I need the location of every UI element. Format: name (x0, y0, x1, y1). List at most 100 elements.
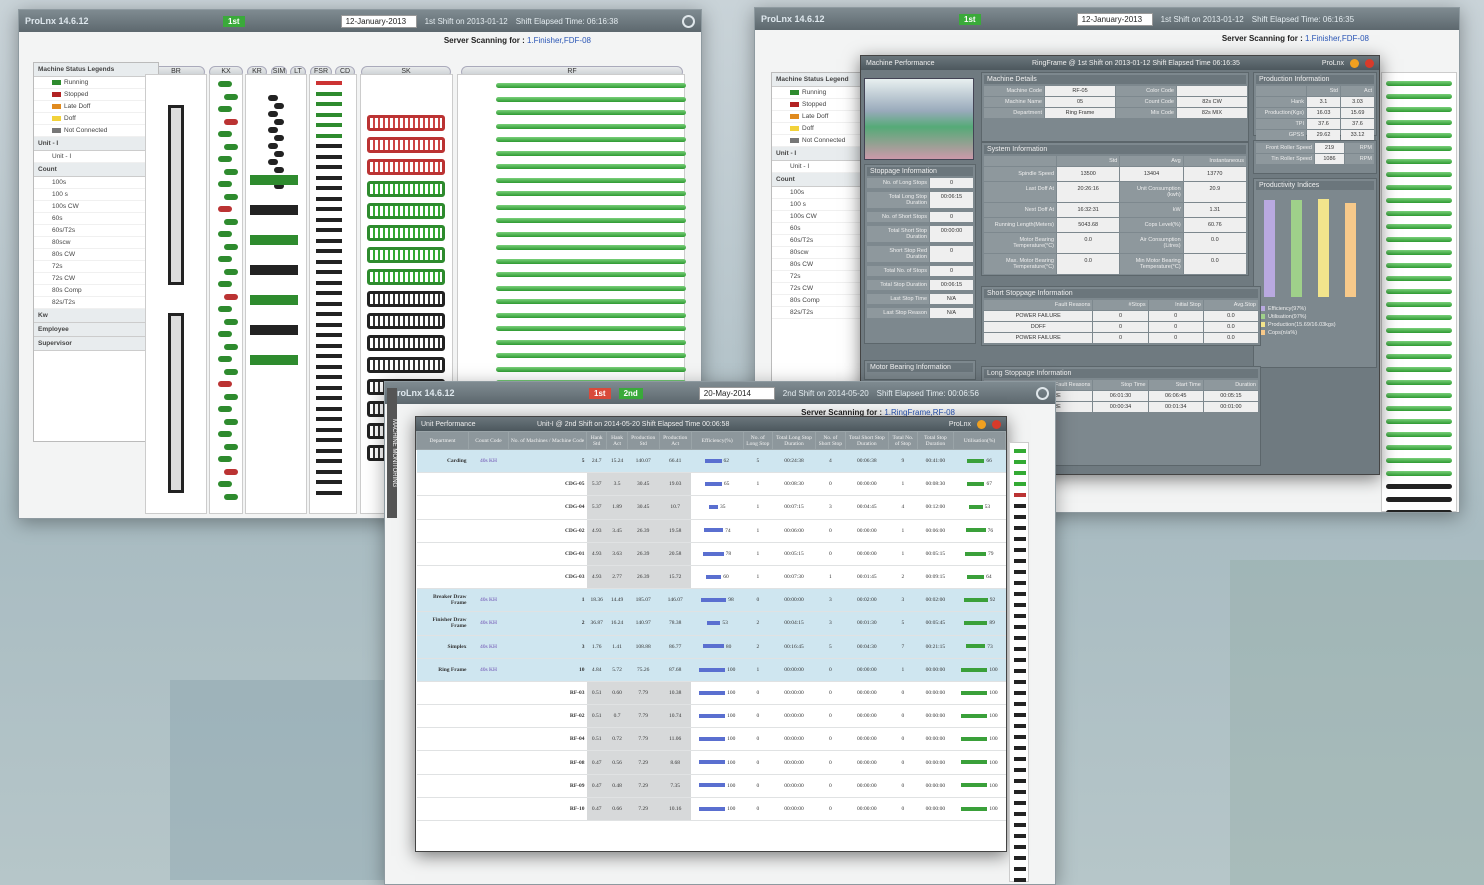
close-icon[interactable] (992, 419, 1001, 429)
machine-rf[interactable] (496, 150, 686, 156)
machine-kx[interactable] (218, 81, 232, 87)
machine-kr[interactable] (268, 127, 278, 133)
machine-rf[interactable] (1386, 341, 1452, 346)
date-select[interactable]: 20-May-2014 (698, 386, 775, 400)
machine-rf[interactable] (1386, 510, 1452, 512)
machine-fsr[interactable] (316, 333, 342, 337)
table-row[interactable]: Ring Frame 40s KH 10 4.84 5.72 75.26 87.68 100 1… (416, 658, 1006, 682)
machine-rf[interactable] (496, 285, 686, 291)
machine-kx[interactable] (218, 331, 232, 337)
machine-rf[interactable] (1014, 658, 1026, 662)
machine-kx[interactable] (218, 131, 232, 137)
machine-fsr[interactable] (316, 249, 342, 253)
machine-rf[interactable] (1014, 735, 1026, 739)
machine-kx[interactable] (224, 393, 238, 400)
machine-rf[interactable] (496, 218, 686, 223)
machine-fsr[interactable] (316, 427, 342, 432)
machine-kx[interactable] (224, 168, 238, 175)
machine-fsr[interactable] (316, 228, 342, 232)
machine-kr[interactable] (274, 167, 284, 173)
kw-section[interactable]: Kw (34, 309, 158, 323)
date-select[interactable]: 12-January-2013 (1076, 12, 1153, 26)
machine-rf[interactable] (1386, 302, 1452, 307)
count-item[interactable]: 80s Comp (34, 285, 158, 297)
machine-rf[interactable] (496, 326, 686, 331)
machine-kx[interactable] (224, 243, 238, 250)
machine-sk[interactable] (367, 115, 445, 131)
machine-rf[interactable] (1386, 497, 1452, 502)
machine-rf[interactable] (496, 353, 686, 358)
machine-rf[interactable] (1386, 484, 1452, 489)
table-row[interactable]: CDG-03 4.93 2.77 26.39 15.72 60 1 00:07:30 1 00:0… (416, 565, 1006, 590)
machine-fsr[interactable] (316, 154, 342, 159)
machine-rf[interactable] (496, 83, 686, 88)
machine-fsr[interactable] (316, 469, 342, 474)
machine-rf[interactable] (496, 191, 686, 196)
machine-rf[interactable] (496, 258, 686, 264)
machine-rf[interactable] (1014, 856, 1026, 860)
count-item[interactable]: 100 s (34, 189, 158, 201)
table-row[interactable]: RF-09 0.47 0.48 7.29 7.35 100 0 00:00:00 0 00:00:… (416, 774, 1006, 798)
machine-kx[interactable] (218, 431, 232, 437)
count-item[interactable]: 72s CW (34, 273, 158, 285)
machine-rf[interactable] (1014, 779, 1026, 783)
machine-kx[interactable] (218, 181, 232, 187)
table-row[interactable]: Simplex 40s KH 3 1.76 1.41 108.88 86.77 80 2 00:1… (416, 635, 1006, 659)
machine-rf[interactable] (1014, 647, 1026, 651)
machine-kr[interactable] (274, 103, 284, 109)
machine-sk[interactable] (367, 291, 445, 307)
machine-rf[interactable] (496, 366, 686, 372)
machine-rf[interactable] (1386, 133, 1452, 138)
machine-rf[interactable] (496, 177, 686, 183)
machine-kr-block[interactable] (250, 265, 298, 275)
machine-fsr[interactable] (316, 490, 342, 495)
machine-kr[interactable] (268, 111, 278, 117)
table-row[interactable]: RF-08 0.47 0.56 7.29 8.68 100 0 00:00:00 0 00:00:… (416, 750, 1006, 775)
unit-section[interactable]: Unit - I (34, 137, 158, 151)
machine-kx[interactable] (224, 193, 238, 200)
machine-kr-block[interactable] (250, 175, 298, 185)
machine-rf[interactable] (1386, 146, 1452, 151)
machine-rf[interactable] (1386, 172, 1452, 177)
machine-fsr[interactable] (316, 123, 342, 127)
count-item[interactable]: 80s CW (34, 249, 158, 261)
machine-rf[interactable] (1014, 515, 1026, 519)
machine-sk[interactable] (367, 137, 445, 153)
machine-rf[interactable] (1386, 315, 1452, 320)
machine-rf[interactable] (1386, 263, 1452, 268)
machine-br-1[interactable] (168, 105, 184, 285)
machine-kr[interactable] (268, 143, 278, 149)
machine-sk[interactable] (367, 159, 445, 175)
machine-fsr[interactable] (316, 396, 342, 400)
machine-sk[interactable] (367, 247, 445, 263)
machine-kr[interactable] (274, 151, 284, 157)
machine-fsr[interactable] (316, 291, 342, 295)
machine-rf[interactable] (1386, 289, 1452, 294)
machine-rf[interactable] (1386, 445, 1452, 450)
machine-kr[interactable] (268, 159, 278, 165)
count-item[interactable]: 100s (34, 177, 158, 189)
machine-rf[interactable] (1014, 526, 1026, 530)
machine-rf[interactable] (1014, 471, 1026, 475)
unit-item[interactable]: Unit - I (34, 151, 158, 163)
machine-rf[interactable] (496, 96, 686, 102)
machine-rf[interactable] (496, 164, 686, 169)
machine-kx[interactable] (224, 218, 238, 225)
th-department[interactable]: Department (416, 431, 469, 450)
machine-rf[interactable] (1014, 823, 1026, 827)
machine-rf[interactable] (1014, 581, 1026, 585)
table-row[interactable]: CDG-04 5.37 1.89 30.45 10.7 35 1 00:07:15 3 00:04… (416, 495, 1006, 520)
table-row[interactable]: RF-10 0.47 0.66 7.29 10.16 100 0 00:00:00 0 00:00… (416, 797, 1006, 822)
machine-rf[interactable] (1386, 328, 1452, 333)
employee-section[interactable]: Employee (34, 323, 158, 337)
machine-fsr[interactable] (316, 448, 342, 453)
machine-fsr[interactable] (316, 196, 342, 201)
machine-rf[interactable] (1014, 812, 1026, 816)
machine-rf[interactable] (496, 110, 686, 115)
machine-sk[interactable] (367, 335, 445, 351)
machine-rf[interactable] (1386, 185, 1452, 190)
machine-kx[interactable] (218, 256, 232, 262)
count-item[interactable]: 60s/T2s (34, 225, 158, 237)
table-row[interactable]: RF-02 0.51 0.7 7.79 10.74 100 0 00:00:00 0 00:00:… (416, 704, 1006, 729)
machine-fsr[interactable] (316, 280, 342, 285)
